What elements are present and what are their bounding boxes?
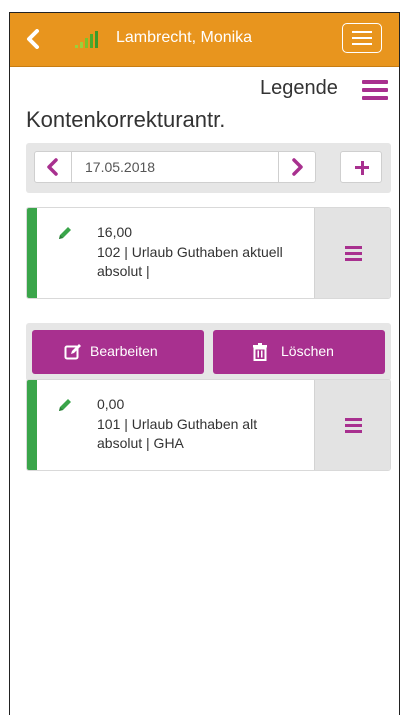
legend-menu-icon[interactable] <box>362 80 388 102</box>
hamburger-icon <box>345 246 362 249</box>
edit-icon <box>64 343 82 361</box>
hamburger-icon <box>345 418 362 421</box>
back-icon[interactable] <box>24 29 42 49</box>
pencil-icon <box>56 224 74 242</box>
entry-value: 16,00 <box>97 224 133 240</box>
entry-actions: Bearbeiten Löschen <box>26 323 391 381</box>
hamburger-icon <box>352 31 372 33</box>
delete-button[interactable]: Löschen <box>213 330 385 374</box>
top-bar: Lambrecht, Monika <box>10 13 399 67</box>
chevron-right-icon <box>292 158 303 176</box>
pencil-icon <box>56 396 74 414</box>
chevron-left-icon <box>47 158 58 176</box>
entry-menu-button[interactable] <box>314 208 390 298</box>
signal-icon <box>74 31 100 49</box>
list-item[interactable]: 16,00 102 | Urlaub Guthaben aktuell abso… <box>26 207 391 299</box>
entry-value: 0,00 <box>97 396 125 412</box>
legend-label[interactable]: Legende <box>260 77 338 100</box>
date-picker: 17.05.2018 <box>34 151 316 183</box>
delete-label: Löschen <box>281 343 334 359</box>
user-name: Lambrecht, Monika <box>116 29 253 46</box>
date-navigation: 17.05.2018 <box>26 143 391 193</box>
trash-icon <box>251 343 269 361</box>
status-indicator <box>27 208 37 298</box>
app-frame: Lambrecht, Monika Legende Kontenkorrektu… <box>9 12 400 715</box>
edit-button[interactable]: Bearbeiten <box>32 330 204 374</box>
entry-menu-button[interactable] <box>314 380 390 470</box>
date-value[interactable]: 17.05.2018 <box>85 159 155 175</box>
entry-description: 102 | Urlaub Guthaben aktuell absolut | <box>97 244 283 279</box>
add-button[interactable] <box>340 151 382 183</box>
main-menu-button[interactable] <box>342 23 382 53</box>
entry-description: 101 | Urlaub Guthaben alt absolut | GHA <box>97 416 258 451</box>
page-title: Kontenkorrekturantr. <box>26 107 226 132</box>
status-indicator <box>27 380 37 470</box>
previous-date-button[interactable] <box>35 152 72 182</box>
next-date-button[interactable] <box>278 152 315 182</box>
list-item[interactable]: 0,00 101 | Urlaub Guthaben alt absolut |… <box>26 379 391 471</box>
edit-label: Bearbeiten <box>90 343 158 359</box>
